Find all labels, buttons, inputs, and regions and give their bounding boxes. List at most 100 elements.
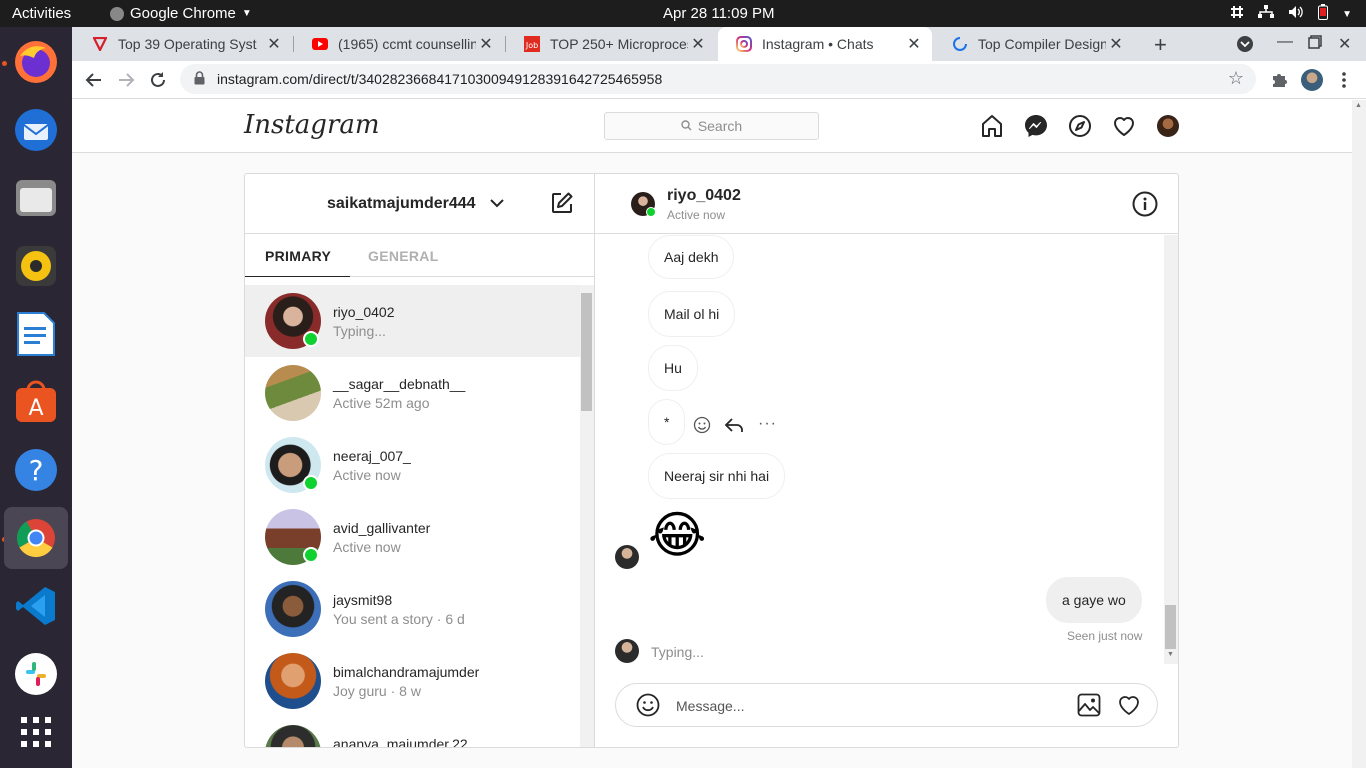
thread-item[interactable]: riyo_0402 Typing... [245, 285, 580, 357]
system-tray[interactable]: ▼ [1230, 4, 1352, 24]
thunderbird-launcher-icon[interactable] [4, 99, 68, 161]
tab-close-icon[interactable]: ✕ [264, 34, 284, 54]
explore-compass-icon[interactable] [1067, 113, 1093, 139]
message-input[interactable] [676, 695, 1056, 717]
heart-activity-icon[interactable] [1111, 113, 1137, 139]
help-launcher-icon[interactable]: ? [4, 439, 68, 501]
direct-messages-panel: saikatmajumder444 PRIMARY GENERAL riyo_0… [244, 173, 1179, 748]
like-heart-icon[interactable] [1117, 693, 1141, 722]
files-launcher-icon[interactable] [4, 167, 68, 229]
url-text[interactable]: instagram.com/direct/t/34028236684171030… [217, 71, 662, 87]
thread-name: avid_gallivanter [333, 520, 431, 536]
home-icon[interactable] [979, 113, 1005, 139]
image-upload-icon[interactable] [1077, 693, 1101, 722]
maximize-icon[interactable] [1308, 35, 1322, 54]
message-bubble[interactable]: Mail ol hi [648, 291, 736, 337]
thread-item[interactable]: neeraj_007_ Active now [245, 429, 580, 501]
reply-arrow-icon[interactable] [724, 417, 744, 438]
thread-item[interactable]: avid_gallivanter Active now [245, 501, 580, 573]
message-text: Aaj dekh [664, 249, 719, 265]
message-bubble[interactable]: * [648, 399, 686, 445]
vscode-launcher-icon[interactable] [4, 575, 68, 637]
tab-close-icon[interactable]: ✕ [904, 34, 924, 54]
address-bar[interactable]: instagram.com/direct/t/34028236684171030… [180, 64, 1256, 94]
browser-tab[interactable]: (1965) ccmt counsellin ✕ [294, 27, 504, 61]
tab-general[interactable]: GENERAL [368, 248, 439, 264]
message-bubble[interactable]: Aaj dekh [648, 235, 735, 279]
close-window-icon[interactable]: ✕ [1338, 34, 1351, 54]
forward-arrow-icon[interactable] [114, 68, 138, 92]
message-bubble[interactable]: Hu [648, 345, 698, 391]
new-message-compose-icon[interactable] [550, 191, 574, 220]
slack-launcher-icon[interactable] [4, 643, 68, 705]
app-menu-label: Google Chrome [130, 5, 236, 22]
search-input[interactable]: Search [604, 112, 819, 140]
message-thread-scrollbar[interactable]: ▼ [1164, 235, 1178, 664]
chat-username[interactable]: riyo_0402 [667, 187, 741, 205]
tab-primary[interactable]: PRIMARY [265, 248, 331, 264]
scrollbar-thumb[interactable] [1165, 605, 1176, 649]
scrollbar-thumb[interactable] [581, 293, 592, 411]
volume-icon[interactable] [1288, 5, 1304, 23]
thread-item[interactable]: bimalchandramajumder Joy guru · 8 w [245, 645, 580, 717]
lock-icon[interactable] [194, 70, 205, 88]
thread-item[interactable]: ananya_majumder.22 [245, 717, 580, 747]
tab-close-icon[interactable]: ✕ [476, 34, 496, 54]
thread-name: ananya_majumder.22 [333, 736, 468, 747]
extensions-puzzle-icon[interactable] [1267, 68, 1291, 92]
browser-tab[interactable]: Top Compiler Design ✕ [934, 27, 1134, 61]
browser-tab[interactable]: Job TOP 250+ Microproces ✕ [506, 27, 716, 61]
minimize-icon[interactable]: — [1277, 33, 1293, 51]
page-scrollbar[interactable]: ▲ [1352, 100, 1366, 768]
messenger-icon[interactable] [1023, 113, 1049, 139]
avatar [265, 653, 321, 709]
browser-tab-active[interactable]: Instagram • Chats ✕ [718, 27, 932, 61]
power-menu-caret-icon[interactable]: ▼ [1342, 9, 1352, 20]
browser-tab[interactable]: Top 39 Operating Syst ✕ [74, 27, 292, 61]
new-tab-button[interactable]: + [1154, 32, 1167, 58]
tab-title: Top 39 Operating Syst [118, 36, 257, 52]
message-bubble[interactable]: Neeraj sir nhi hai [648, 453, 786, 499]
more-options-icon[interactable]: ··· [758, 415, 777, 433]
thread-subtitle: Typing... [333, 323, 386, 339]
back-arrow-icon[interactable] [82, 68, 106, 92]
react-smiley-icon[interactable] [693, 416, 711, 439]
slack-tray-icon[interactable] [1230, 5, 1244, 23]
battery-icon[interactable] [1318, 4, 1329, 24]
thread-item[interactable]: __sagar__debnath__ Active 52m ago [245, 357, 580, 429]
chrome-small-icon [110, 6, 124, 21]
instagram-logo[interactable]: Instagram [244, 110, 380, 140]
tab-close-icon[interactable]: ✕ [1106, 34, 1126, 54]
clock[interactable]: Apr 28 11:09 PM [663, 5, 774, 22]
bookmark-star-icon[interactable]: ☆ [1228, 68, 1244, 89]
scroll-up-arrow-icon[interactable]: ▲ [1355, 102, 1362, 109]
tab-close-icon[interactable]: ✕ [688, 34, 708, 54]
software-center-launcher-icon[interactable]: A [4, 371, 68, 433]
rhythmbox-launcher-icon[interactable] [4, 235, 68, 297]
info-icon[interactable] [1132, 191, 1158, 222]
emoji-message[interactable]: 😂 [648, 505, 706, 565]
activities-button[interactable]: Activities [12, 5, 71, 22]
profile-avatar[interactable] [1155, 113, 1181, 139]
show-applications-icon[interactable] [4, 701, 68, 763]
emoji-picker-icon[interactable] [636, 693, 660, 722]
libreoffice-writer-launcher-icon[interactable] [4, 303, 68, 365]
app-menu[interactable]: Google Chrome ▼ [110, 5, 252, 22]
chrome-menu-icon[interactable] [1332, 68, 1356, 92]
my-message-bubble[interactable]: a gaye wo [1046, 577, 1142, 623]
profile-avatar[interactable] [1300, 68, 1324, 92]
firefox-launcher-icon[interactable] [4, 31, 68, 93]
thread-list-scrollbar[interactable] [580, 285, 594, 747]
chrome-launcher-icon[interactable] [4, 507, 68, 569]
svg-text:A: A [28, 396, 43, 421]
instagram-favicon-icon [736, 36, 752, 52]
network-icon[interactable] [1258, 5, 1275, 23]
thread-subtitle: Active 52m ago [333, 395, 430, 411]
tab-title: Instagram • Chats [762, 36, 874, 52]
scroll-down-arrow-icon[interactable]: ▼ [1167, 651, 1174, 658]
thread-item[interactable]: jaysmit98 You sent a story · 6 d [245, 573, 580, 645]
account-switcher[interactable]: saikatmajumder444 [327, 195, 504, 213]
reload-icon[interactable] [146, 68, 170, 92]
account-username: saikatmajumder444 [327, 195, 476, 213]
tab-search-icon[interactable] [1236, 35, 1254, 58]
